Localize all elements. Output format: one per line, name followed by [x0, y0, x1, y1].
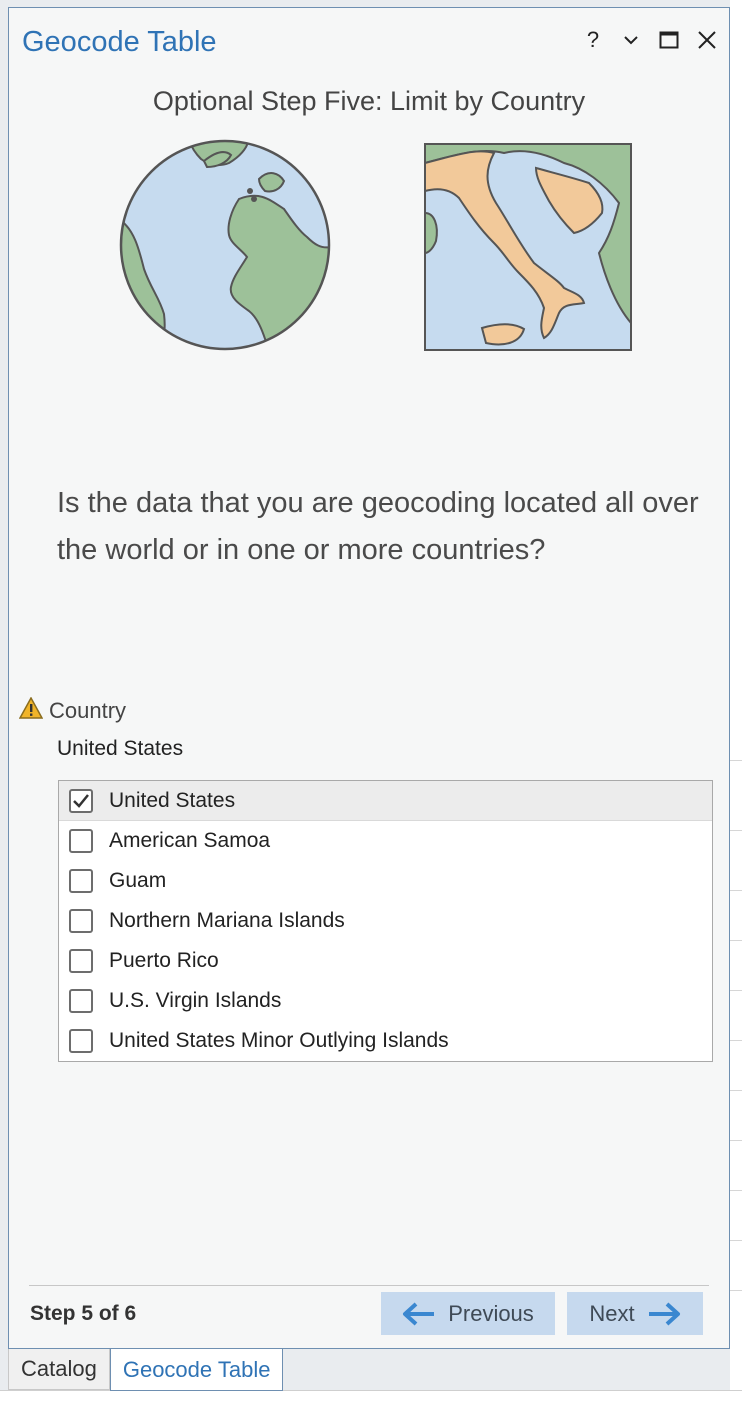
- footer-divider: [29, 1285, 709, 1286]
- country-item[interactable]: Puerto Rico: [59, 941, 712, 981]
- next-button[interactable]: Next: [567, 1292, 703, 1335]
- close-icon[interactable]: [695, 26, 719, 54]
- globe-illustration: [119, 139, 331, 356]
- window-controls: ?: [581, 26, 719, 54]
- checkbox[interactable]: [69, 1029, 93, 1053]
- country-item-label: Guam: [109, 869, 167, 892]
- wizard-question: Is the data that you are geocoding locat…: [57, 487, 699, 566]
- country-checklist: United States American Samoa Guam Northe…: [58, 780, 713, 1062]
- checkbox[interactable]: [69, 829, 93, 853]
- country-item[interactable]: United States: [59, 781, 712, 821]
- help-icon[interactable]: ?: [581, 26, 605, 54]
- background-row-line: [730, 1290, 742, 1291]
- background-row-line: [730, 990, 742, 991]
- country-item[interactable]: United States Minor Outlying Islands: [59, 1021, 712, 1061]
- pane-title: Geocode Table: [22, 26, 217, 58]
- country-value: United States: [57, 737, 184, 760]
- background-row-line: [730, 1190, 742, 1191]
- previous-button[interactable]: Previous: [381, 1292, 555, 1335]
- step-indicator: Step 5 of 6: [30, 1302, 137, 1325]
- geocode-table-pane: Geocode Table ? Optional Step Five: Limi…: [8, 7, 730, 1349]
- country-item-label: U.S. Virgin Islands: [109, 989, 282, 1012]
- arrow-left-icon: [403, 1302, 435, 1325]
- checkbox[interactable]: [69, 788, 93, 813]
- country-item[interactable]: Guam: [59, 861, 712, 901]
- chevron-down-icon[interactable]: [619, 26, 643, 54]
- country-item-label: United States: [109, 788, 236, 812]
- background-row-line: [730, 760, 742, 761]
- country-item[interactable]: U.S. Virgin Islands: [59, 981, 712, 1021]
- background-row-line: [730, 830, 742, 831]
- arrow-right-icon: [648, 1302, 680, 1325]
- checkbox[interactable]: [69, 869, 93, 893]
- background-row-line: [730, 890, 742, 891]
- country-item-label: United States Minor Outlying Islands: [109, 1029, 449, 1052]
- country-item[interactable]: American Samoa: [59, 821, 712, 861]
- next-button-label: Next: [589, 1300, 635, 1326]
- tab-geocode-table[interactable]: Geocode Table: [109, 1349, 284, 1391]
- country-label: Country: [18, 696, 127, 725]
- previous-button-label: Previous: [448, 1300, 534, 1326]
- country-item-label: American Samoa: [109, 829, 271, 852]
- background-table-strip: [0, 1390, 742, 1411]
- background-row-line: [730, 1040, 742, 1041]
- checkbox[interactable]: [69, 989, 93, 1013]
- background-row-line: [730, 1090, 742, 1091]
- checkbox[interactable]: [69, 949, 93, 973]
- country-item-label: Puerto Rico: [109, 949, 219, 972]
- background-app: [730, 0, 742, 1410]
- tab-catalog[interactable]: Catalog: [8, 1349, 110, 1390]
- checkmark-icon: [73, 793, 89, 808]
- country-item[interactable]: Northern Mariana Islands: [59, 901, 712, 941]
- warning-icon: [18, 696, 44, 725]
- checkbox[interactable]: [69, 909, 93, 933]
- maximize-icon[interactable]: [657, 26, 681, 54]
- background-row-line: [730, 1140, 742, 1141]
- background-row-line: [730, 1240, 742, 1241]
- step-heading: Optional Step Five: Limit by Country: [152, 86, 586, 116]
- country-item-label: Northern Mariana Islands: [109, 909, 345, 932]
- country-label-text: Country: [49, 698, 127, 723]
- pane-tabs: Catalog Geocode Table: [8, 1349, 284, 1391]
- background-row-line: [730, 940, 742, 941]
- country-map-illustration: [424, 143, 632, 356]
